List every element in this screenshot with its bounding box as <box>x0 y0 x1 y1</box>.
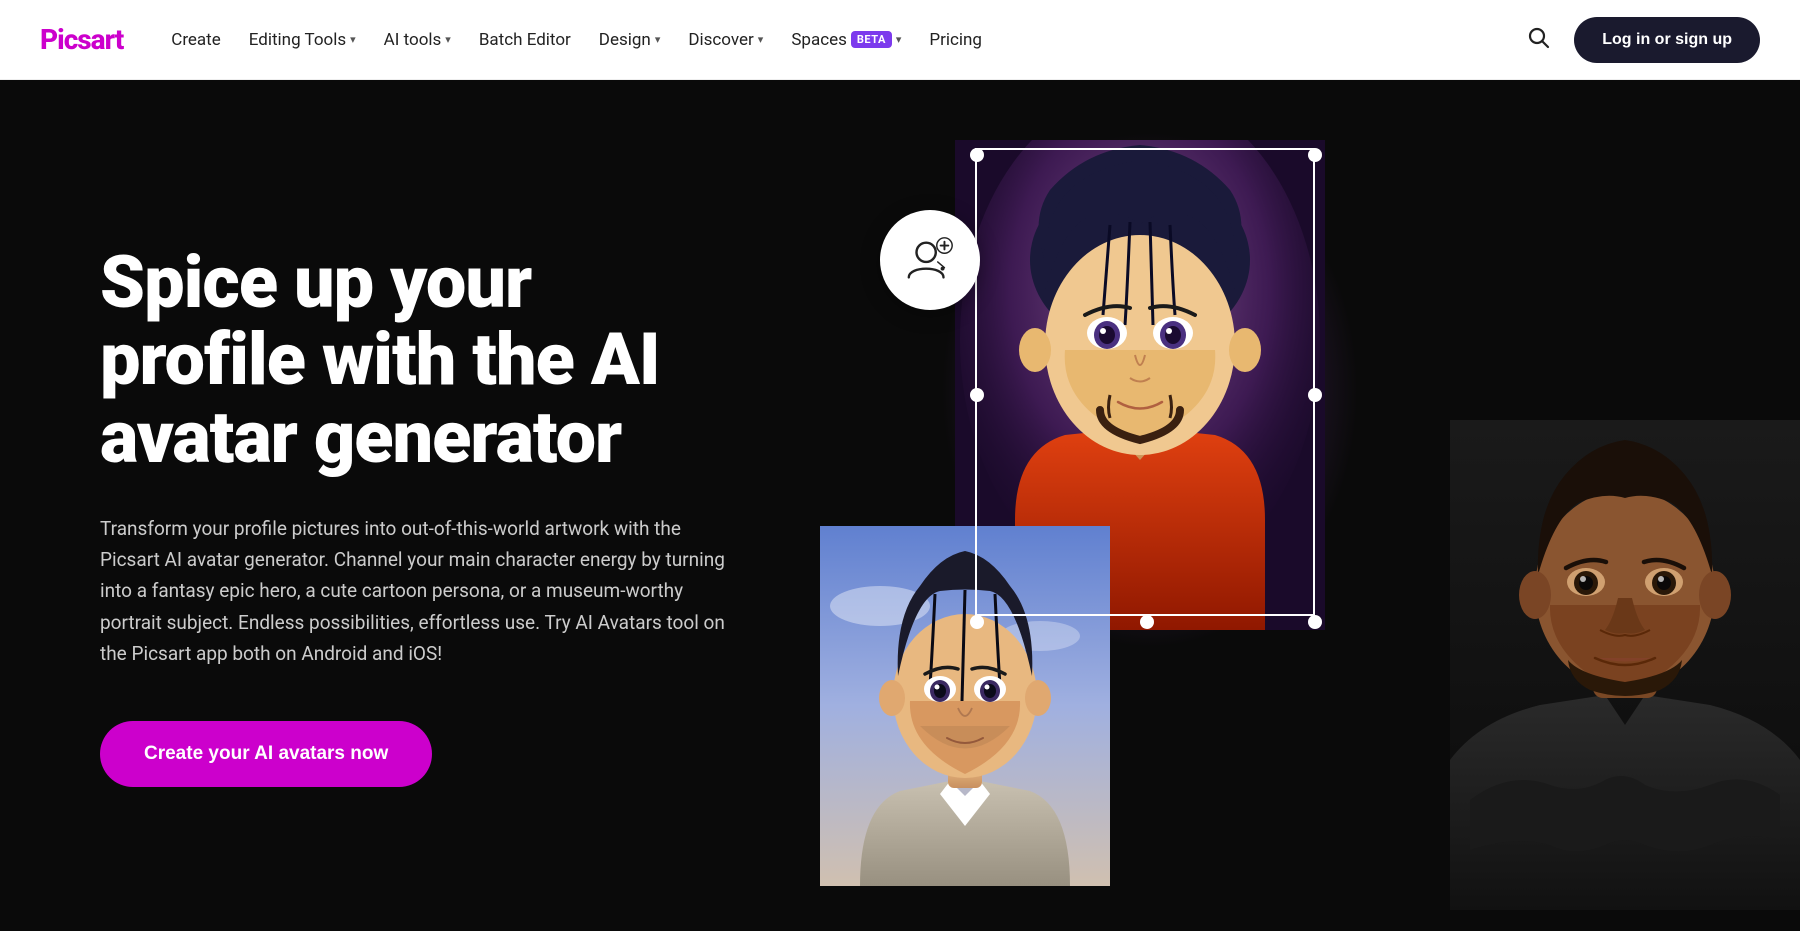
header-left: Picsart Create Editing Tools ▾ AI tools … <box>40 22 994 58</box>
hero-section: Spice up your profile with the AI avatar… <box>0 80 1800 931</box>
nav-item-design[interactable]: Design ▾ <box>587 22 673 58</box>
nav-label-ai-tools: AI tools <box>384 30 442 50</box>
hero-content: Spice up your profile with the AI avatar… <box>0 80 820 931</box>
nav-item-discover[interactable]: Discover ▾ <box>676 22 775 58</box>
nav-item-pricing[interactable]: Pricing <box>917 22 994 58</box>
chevron-down-icon: ▾ <box>350 33 356 46</box>
handle-top-right <box>1308 148 1322 162</box>
nav-item-spaces[interactable]: Spaces BETA ▾ <box>779 22 913 58</box>
nav-label-design: Design <box>599 30 651 50</box>
nav-label-batch-editor: Batch Editor <box>479 30 571 50</box>
search-button[interactable] <box>1518 17 1558 63</box>
header: Picsart Create Editing Tools ▾ AI tools … <box>0 0 1800 80</box>
nav-item-batch-editor[interactable]: Batch Editor <box>467 22 583 58</box>
hero-images <box>820 80 1800 931</box>
handle-bottom-center <box>1140 615 1154 629</box>
illustrated-anime-portrait <box>820 526 1110 886</box>
nav-item-create[interactable]: Create <box>159 22 233 58</box>
handle-top-left <box>970 148 984 162</box>
hero-title: Spice up your profile with the AI avatar… <box>100 244 730 477</box>
main-nav: Create Editing Tools ▾ AI tools ▾ Batch … <box>159 22 994 58</box>
cta-button[interactable]: Create your AI avatars now <box>100 721 432 787</box>
beta-badge: BETA <box>851 31 892 48</box>
handle-middle-right <box>1308 388 1322 402</box>
avatar-icon-circle <box>880 210 980 310</box>
nav-label-create: Create <box>171 30 221 50</box>
chevron-down-icon: ▾ <box>896 33 902 46</box>
chevron-down-icon: ▾ <box>655 33 661 46</box>
nav-item-ai-tools[interactable]: AI tools ▾ <box>372 22 463 58</box>
hero-description: Transform your profile pictures into out… <box>100 513 730 670</box>
chevron-down-icon: ▾ <box>758 33 764 46</box>
nav-label-discover: Discover <box>688 30 753 50</box>
real-person-portrait <box>1450 420 1800 910</box>
chevron-down-icon: ▾ <box>445 33 451 46</box>
handle-bottom-left <box>970 615 984 629</box>
handle-middle-left <box>970 388 984 402</box>
header-right: Log in or sign up <box>1518 17 1760 63</box>
nav-item-editing-tools[interactable]: Editing Tools ▾ <box>237 22 368 58</box>
nav-label-spaces: Spaces <box>791 30 847 50</box>
login-button[interactable]: Log in or sign up <box>1574 17 1760 63</box>
search-icon <box>1526 25 1550 49</box>
handle-bottom-right <box>1308 615 1322 629</box>
nav-label-editing-tools: Editing Tools <box>249 30 346 50</box>
nav-label-pricing: Pricing <box>929 30 982 50</box>
avatar-plus-icon <box>903 233 957 287</box>
logo[interactable]: Picsart <box>40 23 123 56</box>
